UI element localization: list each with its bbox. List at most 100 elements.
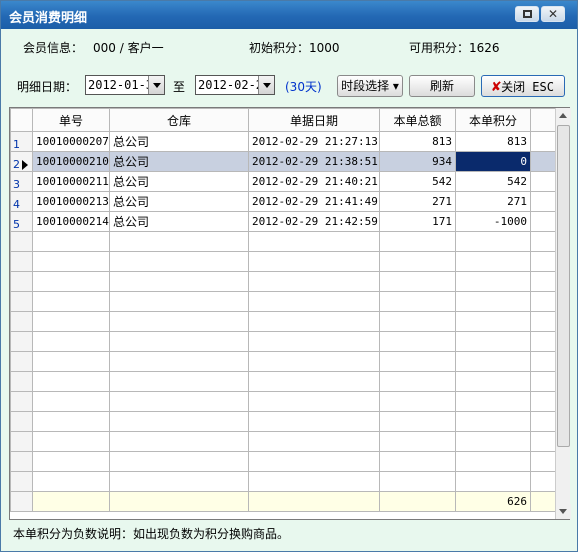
empty-cell[interactable] xyxy=(248,391,380,412)
cell-store[interactable]: 总公司 xyxy=(109,211,249,232)
empty-cell[interactable] xyxy=(455,431,531,452)
col-header-points[interactable]: 本单积分 xyxy=(455,108,531,132)
row-indicator[interactable] xyxy=(10,311,33,332)
empty-cell[interactable] xyxy=(109,371,249,392)
empty-cell[interactable] xyxy=(109,411,249,432)
empty-row[interactable] xyxy=(10,371,557,392)
table-row[interactable]: 5 10010000214 总公司 2012-02-29 21:42:59 17… xyxy=(10,211,557,232)
empty-cell[interactable] xyxy=(455,251,531,272)
col-header-total[interactable]: 本单总额 xyxy=(379,108,456,132)
cell-points[interactable]: 542 xyxy=(455,171,531,192)
cell-no[interactable]: 10010000210 xyxy=(32,151,110,172)
empty-cell[interactable] xyxy=(379,391,456,412)
empty-cell[interactable] xyxy=(109,451,249,472)
dropdown-arrow-icon[interactable] xyxy=(258,76,274,94)
empty-cell[interactable] xyxy=(109,351,249,372)
empty-cell[interactable] xyxy=(109,471,249,492)
empty-cell[interactable] xyxy=(455,391,531,412)
cell-total[interactable]: 542 xyxy=(379,171,456,192)
cell-date[interactable]: 2012-02-29 21:40:21 xyxy=(248,171,380,192)
scroll-down-icon[interactable] xyxy=(556,504,571,519)
empty-cell[interactable] xyxy=(109,291,249,312)
empty-cell[interactable] xyxy=(379,371,456,392)
empty-row[interactable] xyxy=(10,351,557,372)
empty-cell[interactable] xyxy=(379,411,456,432)
empty-cell[interactable] xyxy=(455,231,531,252)
table-row[interactable]: 1 10010000207 总公司 2012-02-29 21:27:13 81… xyxy=(10,131,557,152)
vertical-scrollbar[interactable] xyxy=(555,108,571,519)
cell-total[interactable]: 934 xyxy=(379,151,456,172)
empty-cell[interactable] xyxy=(379,291,456,312)
empty-row[interactable] xyxy=(10,291,557,312)
row-indicator[interactable]: 2 xyxy=(10,151,33,172)
empty-cell[interactable] xyxy=(32,431,110,452)
cell-points[interactable]: 271 xyxy=(455,191,531,212)
row-indicator[interactable] xyxy=(10,351,33,372)
empty-cell[interactable] xyxy=(32,411,110,432)
row-indicator[interactable] xyxy=(10,291,33,312)
scroll-thumb[interactable] xyxy=(557,125,570,447)
empty-cell[interactable] xyxy=(455,451,531,472)
empty-row[interactable] xyxy=(10,391,557,412)
refresh-button[interactable]: 刷新 xyxy=(409,75,475,97)
row-indicator[interactable] xyxy=(10,331,33,352)
empty-cell[interactable] xyxy=(32,291,110,312)
cell-total[interactable]: 271 xyxy=(379,191,456,212)
row-indicator[interactable]: 4 xyxy=(10,191,33,212)
empty-cell[interactable] xyxy=(455,291,531,312)
cell-date[interactable]: 2012-02-29 21:38:51 xyxy=(248,151,380,172)
table-row[interactable]: 4 10010000213 总公司 2012-02-29 21:41:49 27… xyxy=(10,191,557,212)
empty-cell[interactable] xyxy=(32,451,110,472)
cell-store[interactable]: 总公司 xyxy=(109,151,249,172)
empty-cell[interactable] xyxy=(32,251,110,272)
row-indicator[interactable] xyxy=(10,451,33,472)
empty-cell[interactable] xyxy=(248,311,380,332)
empty-cell[interactable] xyxy=(109,251,249,272)
empty-cell[interactable] xyxy=(109,231,249,252)
empty-row[interactable] xyxy=(10,331,557,352)
empty-cell[interactable] xyxy=(379,271,456,292)
empty-cell[interactable] xyxy=(109,311,249,332)
table-row[interactable]: 3 10010000211 总公司 2012-02-29 21:40:21 54… xyxy=(10,171,557,192)
empty-cell[interactable] xyxy=(248,351,380,372)
period-select-button[interactable]: 时段选择 ▾ xyxy=(337,75,403,97)
restore-button[interactable] xyxy=(515,6,539,22)
empty-cell[interactable] xyxy=(32,271,110,292)
cell-total[interactable]: 813 xyxy=(379,131,456,152)
empty-row[interactable] xyxy=(10,231,557,252)
cell-date[interactable]: 2012-02-29 21:27:13 xyxy=(248,131,380,152)
empty-cell[interactable] xyxy=(248,451,380,472)
empty-row[interactable] xyxy=(10,451,557,472)
cell-points[interactable]: -1000 xyxy=(455,211,531,232)
empty-cell[interactable] xyxy=(455,411,531,432)
title-bar[interactable]: 会员消费明细 ✕ xyxy=(1,1,577,29)
cell-no[interactable]: 10010000213 xyxy=(32,191,110,212)
scroll-up-icon[interactable] xyxy=(556,108,571,123)
cell-points[interactable]: 813 xyxy=(455,131,531,152)
dropdown-arrow-icon[interactable] xyxy=(148,76,164,94)
empty-cell[interactable] xyxy=(109,331,249,352)
row-indicator[interactable]: 5 xyxy=(10,211,33,232)
empty-cell[interactable] xyxy=(455,371,531,392)
row-indicator[interactable]: 1 xyxy=(10,131,33,152)
cell-store[interactable]: 总公司 xyxy=(109,131,249,152)
col-header-store[interactable]: 仓库 xyxy=(109,108,249,132)
empty-cell[interactable] xyxy=(109,431,249,452)
cell-no[interactable]: 10010000211 xyxy=(32,171,110,192)
empty-cell[interactable] xyxy=(32,471,110,492)
end-date-picker[interactable]: 2012-02-29 xyxy=(195,75,275,95)
row-indicator[interactable] xyxy=(10,471,33,492)
empty-cell[interactable] xyxy=(32,311,110,332)
empty-cell[interactable] xyxy=(248,371,380,392)
row-indicator[interactable] xyxy=(10,411,33,432)
empty-row[interactable] xyxy=(10,431,557,452)
row-indicator[interactable] xyxy=(10,231,33,252)
cell-no[interactable]: 10010000207 xyxy=(32,131,110,152)
empty-cell[interactable] xyxy=(248,231,380,252)
empty-cell[interactable] xyxy=(32,351,110,372)
row-indicator[interactable] xyxy=(10,371,33,392)
empty-cell[interactable] xyxy=(109,391,249,412)
row-indicator[interactable] xyxy=(10,391,33,412)
cell-date[interactable]: 2012-02-29 21:41:49 xyxy=(248,191,380,212)
cell-store[interactable]: 总公司 xyxy=(109,171,249,192)
